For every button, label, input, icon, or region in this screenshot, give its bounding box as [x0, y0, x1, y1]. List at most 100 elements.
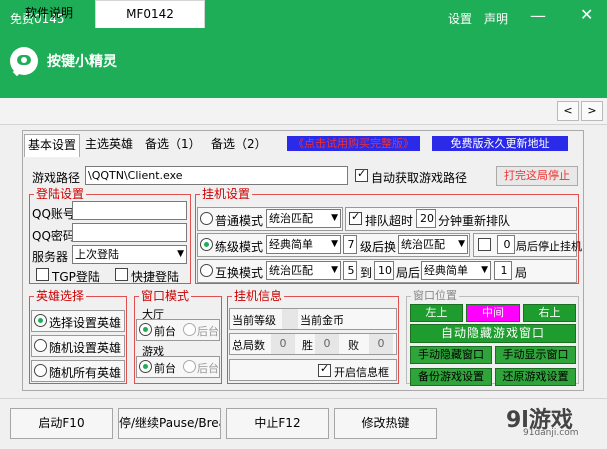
pwd-label: QQ密码 — [32, 229, 75, 243]
close-icon[interactable]: ✕ — [580, 5, 593, 24]
quick-login-checkbox[interactable] — [115, 268, 128, 281]
level-mode-radio[interactable] — [200, 238, 213, 251]
total-value: 0 — [271, 334, 295, 354]
app-logo-icon — [10, 47, 38, 77]
start-button[interactable]: 启动F10 — [10, 408, 113, 439]
hero-opt3-label: 随机所有英雄 — [49, 366, 122, 380]
window-pos-title: 窗口位置 — [411, 289, 459, 303]
stop-after-game-button[interactable]: 打完这局停止 — [496, 166, 578, 186]
left-top-button[interactable]: 左上 — [410, 304, 463, 322]
normal-match-select[interactable]: 统治匹配 ▼ — [266, 209, 341, 228]
center-button[interactable]: 中间 — [466, 304, 520, 322]
minimize-icon[interactable]: — — [530, 6, 546, 25]
next-tab-button[interactable]: > — [581, 101, 603, 121]
window-mode-title: 窗口模式 — [139, 289, 192, 303]
right-top-button[interactable]: 右上 — [523, 304, 576, 322]
win-label: 胜 — [302, 339, 313, 352]
manual-show-button[interactable]: 手动显示窗口 — [495, 346, 576, 364]
tgp-checkbox[interactable] — [36, 268, 49, 281]
normal-mode-label: 普通模式 — [215, 214, 264, 228]
swap-n-input[interactable]: 1 — [494, 261, 512, 280]
chevron-down-icon: ▼ — [331, 239, 338, 249]
swap-match-select[interactable]: 统治匹配 ▼ — [266, 261, 341, 280]
level-num-input[interactable]: 7 — [343, 235, 357, 254]
stop-button[interactable]: 中止F12 — [226, 408, 329, 439]
hall-back-label: 后台 — [197, 325, 219, 338]
hall-back-radio[interactable] — [183, 323, 196, 336]
normal-mode-radio[interactable] — [200, 212, 213, 225]
server-value: 上次登陆 — [75, 248, 119, 261]
level-mode-label: 练级模式 — [215, 240, 264, 254]
level-info-value — [282, 309, 298, 329]
hang-settings-title: 挂机设置 — [200, 187, 253, 201]
swap-to-input[interactable]: 10 — [374, 261, 394, 280]
pwd-input[interactable] — [72, 223, 187, 242]
prev-tab-button[interactable]: < — [557, 101, 579, 121]
server-label: 服务器 — [32, 250, 69, 264]
swap-select-value: 经典简单 — [424, 264, 468, 277]
server-select[interactable]: 上次登陆 ▼ — [72, 245, 187, 264]
auto-path-label: 自动获取游戏路径 — [371, 171, 468, 185]
game-back-radio[interactable] — [183, 360, 196, 373]
chevron-down-icon: ▼ — [458, 239, 465, 249]
hall-front-radio[interactable] — [139, 323, 152, 336]
hero-opt1-label: 选择设置英雄 — [49, 316, 122, 330]
update-link[interactable]: 免费版永久更新地址 — [432, 136, 568, 151]
backup-settings-button[interactable]: 备份游戏设置 — [410, 368, 492, 386]
game-back-label: 后台 — [197, 362, 219, 375]
stop-after-input[interactable]: 0 — [497, 235, 515, 254]
swap-from-input[interactable]: 5 — [343, 261, 357, 280]
queue-suffix-label: 分钟重新排队 — [438, 214, 511, 228]
auto-hide-button[interactable]: 自动隐藏游戏窗口 — [410, 324, 576, 343]
queue-timeout-label: 排队超时 — [365, 214, 414, 228]
swap-mode-radio[interactable] — [200, 264, 213, 277]
hero-opt2-label: 随机设置英雄 — [49, 341, 122, 355]
game-path-input[interactable]: \QQTN\Client.exe — [85, 166, 348, 185]
subtab-basic[interactable]: 基本设置 — [24, 134, 81, 157]
manual-hide-button[interactable]: 手动隐藏窗口 — [410, 346, 492, 364]
subtab-main-hero[interactable]: 主选英雄 — [82, 134, 136, 155]
swap-select[interactable]: 经典简单 ▼ — [421, 261, 491, 280]
hero-opt1-radio[interactable] — [34, 314, 47, 327]
level-info-label: 当前等级 — [232, 314, 276, 327]
hero-title: 英雄选择 — [34, 289, 87, 303]
subtab-backup-2[interactable]: 备选（2） — [208, 134, 270, 155]
game-path-label: 游戏路径 — [32, 171, 81, 185]
auto-path-checkbox[interactable] — [355, 167, 368, 182]
total-label: 总局数 — [232, 339, 265, 352]
hall-front-label: 前台 — [154, 325, 176, 338]
game-front-label: 前台 — [154, 362, 176, 375]
win-value: 0 — [315, 334, 339, 354]
restore-settings-button[interactable]: 还原游戏设置 — [495, 368, 576, 386]
stop-after-checkbox[interactable] — [478, 238, 491, 251]
subtab-backup-1[interactable]: 备选（1） — [142, 134, 204, 155]
main-tab-strip — [0, 98, 607, 125]
hotkey-button[interactable]: 修改热键 — [334, 408, 437, 439]
game-front-radio[interactable] — [139, 360, 152, 373]
level-select[interactable]: 经典简单 ▼ — [266, 235, 341, 254]
stop-after-label: 局后停止挂机 — [516, 240, 582, 253]
statement-link[interactable]: 声明 — [484, 10, 508, 27]
trial-purchase-link[interactable]: 《点击试用购买完整版》 — [287, 136, 420, 151]
pause-button[interactable]: 停/继续Pause/Break — [118, 408, 221, 439]
watermark-url: 91danji.com — [523, 428, 579, 438]
level-match-value: 统治匹配 — [401, 238, 445, 251]
swap-mode-label: 互换模式 — [215, 266, 264, 280]
qq-input[interactable] — [72, 201, 187, 220]
tab-mf0142[interactable]: MF0142 — [95, 0, 205, 28]
lose-value: 0 — [369, 334, 393, 354]
settings-link[interactable]: 设置 — [448, 10, 472, 27]
hero-opt2-radio[interactable] — [34, 339, 47, 352]
hero-opt3-radio[interactable] — [34, 364, 47, 377]
chevron-down-icon: ▼ — [331, 265, 338, 275]
swap-to-label: 到 — [360, 266, 373, 280]
quick-login-label: 快捷登陆 — [131, 270, 180, 284]
tgp-label: TGP登陆 — [52, 270, 100, 284]
level-match-select[interactable]: 统治匹配 ▼ — [398, 235, 468, 254]
tab-software-info[interactable]: 软件说明 — [6, 0, 92, 27]
queue-timeout-input[interactable]: 20 — [416, 209, 436, 228]
gold-info-label: 当前金币 — [300, 314, 344, 327]
swap-after-label: 局后 — [396, 266, 421, 280]
queue-timeout-checkbox[interactable] — [349, 210, 362, 225]
info-box-checkbox[interactable] — [318, 362, 331, 377]
